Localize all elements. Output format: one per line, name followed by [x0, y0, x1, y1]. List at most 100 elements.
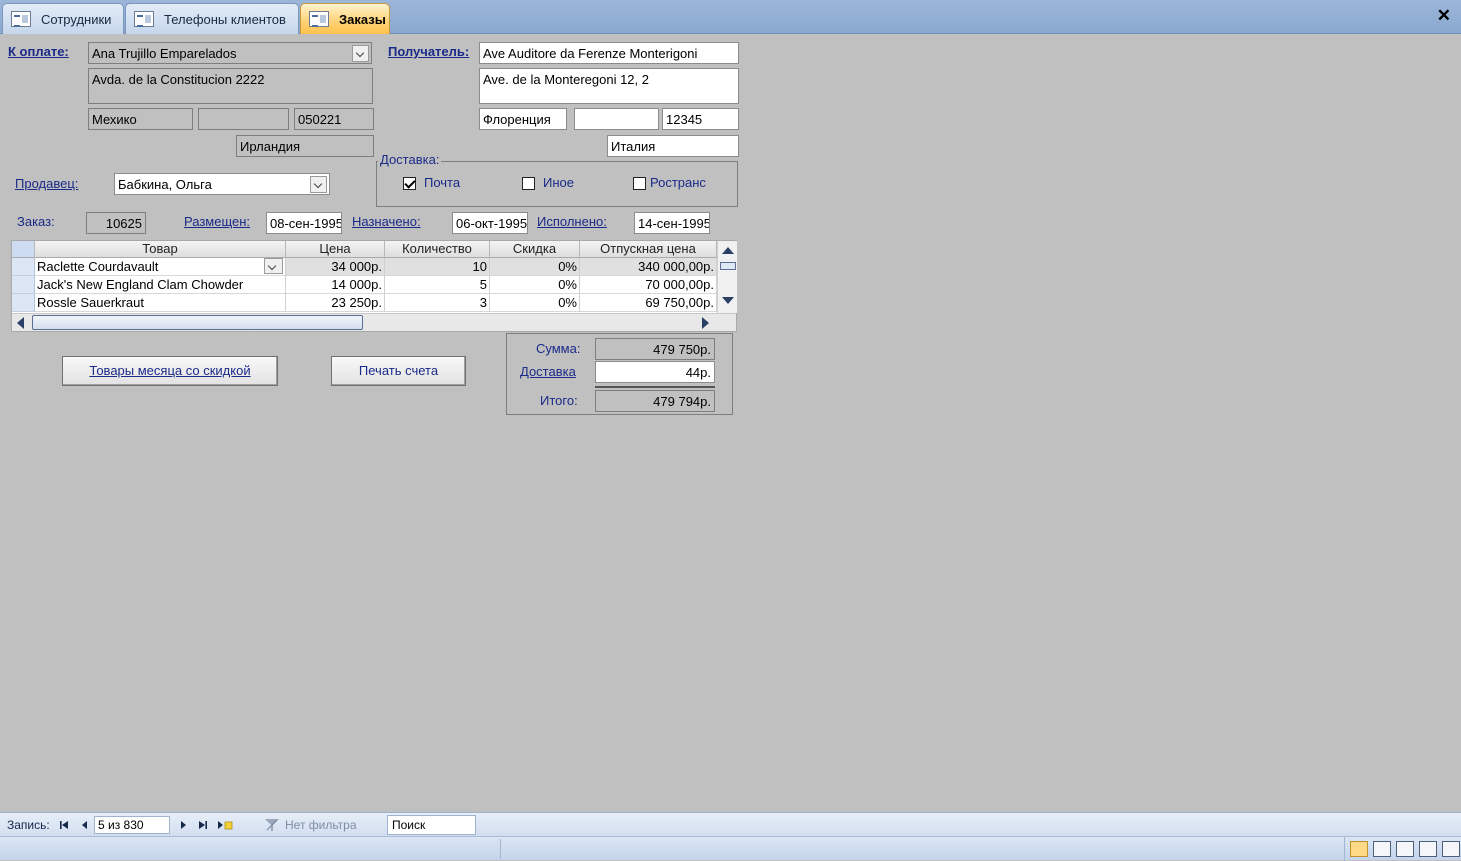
- grid-cell-discount[interactable]: 0%: [490, 276, 580, 294]
- column-header-price[interactable]: Цена: [286, 241, 385, 258]
- form-icon: [134, 11, 154, 27]
- option-label-rostrans: Ространс: [650, 175, 706, 190]
- grid-cell-price[interactable]: 14 000р.: [286, 276, 385, 294]
- tab-label: Заказы: [339, 11, 386, 27]
- billing-city-field[interactable]: Мехико: [88, 108, 193, 130]
- billing-country-field[interactable]: Ирландия: [236, 135, 374, 157]
- option-label-other: Иное: [543, 175, 574, 190]
- order-id-field[interactable]: 10625: [86, 212, 146, 234]
- delivery-group-label: Доставка:: [378, 152, 442, 167]
- horizontal-scrollbar[interactable]: [12, 313, 736, 331]
- grid-cell-product[interactable]: Jack's New England Clam Chowder: [35, 276, 286, 294]
- filter-icon[interactable]: [264, 818, 280, 832]
- filter-status[interactable]: Нет фильтра: [285, 818, 357, 832]
- column-header-discount[interactable]: Скидка: [490, 241, 580, 258]
- previous-record-icon[interactable]: [79, 819, 91, 831]
- status-bar: [0, 836, 1461, 861]
- scroll-thumb[interactable]: [720, 262, 736, 270]
- grid-cell-quantity[interactable]: 5: [385, 276, 490, 294]
- checkbox-mail[interactable]: [403, 177, 416, 190]
- current-record-field[interactable]: 5 из 830: [94, 816, 170, 834]
- grid-cell-sale-price[interactable]: 69 750,00р.: [580, 294, 717, 312]
- grid-cell-quantity[interactable]: 3: [385, 294, 490, 312]
- billing-region-field[interactable]: [198, 108, 289, 130]
- recipient-label: Получатель:: [388, 44, 470, 59]
- seller-label: Продавец:: [15, 176, 79, 191]
- shipping-field[interactable]: 44р.: [595, 361, 715, 383]
- grid-cell-product[interactable]: Raclette Courdavault: [35, 258, 286, 276]
- form-view-icon[interactable]: [1350, 841, 1368, 857]
- recipient-country-field[interactable]: Италия: [607, 135, 739, 157]
- billing-label: К оплате:: [8, 44, 69, 59]
- new-record-icon[interactable]: [216, 819, 234, 831]
- grid-cell-discount[interactable]: 0%: [490, 258, 580, 276]
- scroll-up-icon[interactable]: [722, 247, 734, 254]
- row-selector[interactable]: [12, 258, 35, 276]
- datasheet-view-icon[interactable]: [1373, 841, 1391, 857]
- tab-client-phones[interactable]: Телефоны клиентов: [125, 3, 299, 34]
- pivot-view-icon[interactable]: [1442, 841, 1460, 857]
- due-date-field[interactable]: 06-окт-1995: [452, 212, 528, 234]
- scroll-down-icon[interactable]: [722, 297, 734, 304]
- recipient-region-field[interactable]: [574, 108, 659, 130]
- grid-cell-quantity[interactable]: 10: [385, 258, 490, 276]
- grid-cell-sale-price[interactable]: 340 000,00р.: [580, 258, 717, 276]
- scroll-right-icon[interactable]: [702, 317, 709, 329]
- recipient-name-field[interactable]: Ave Auditore da Ferenze Monterigoni: [479, 42, 739, 64]
- design-view-icon[interactable]: [1419, 841, 1437, 857]
- sum-label: Сумма:: [536, 341, 581, 356]
- select-all-corner[interactable]: [12, 241, 35, 258]
- column-header-sale-price[interactable]: Отпускная цена: [580, 241, 717, 258]
- scroll-left-icon[interactable]: [17, 317, 24, 329]
- total-label: Итого:: [540, 393, 578, 408]
- shipping-label: Доставка: [520, 364, 576, 379]
- order-id-label: Заказ:: [17, 214, 55, 229]
- first-record-icon[interactable]: [58, 819, 70, 831]
- chevron-down-icon[interactable]: [264, 258, 283, 274]
- recipient-postal-field[interactable]: 12345: [662, 108, 739, 130]
- due-label: Назначено:: [352, 214, 421, 229]
- form-icon: [309, 11, 329, 27]
- next-record-icon[interactable]: [177, 819, 189, 831]
- close-form-icon[interactable]: ✕: [1437, 7, 1451, 25]
- search-field[interactable]: Поиск: [387, 815, 476, 835]
- column-header-quantity[interactable]: Количество: [385, 241, 490, 258]
- grid-cell-price[interactable]: 23 250р.: [286, 294, 385, 312]
- billing-address-field[interactable]: Avda. de la Constitucion 2222: [88, 68, 373, 104]
- total-divider: [595, 386, 715, 388]
- discounted-products-button[interactable]: Товары месяца со скидкой: [62, 356, 278, 386]
- column-header-product[interactable]: Товар: [35, 241, 286, 258]
- chevron-down-icon[interactable]: [310, 176, 327, 193]
- record-label: Запись:: [7, 818, 50, 832]
- tab-orders[interactable]: Заказы: [300, 3, 390, 34]
- placed-label: Размещен:: [184, 214, 251, 229]
- row-selector[interactable]: [12, 276, 35, 294]
- print-invoice-button[interactable]: Печать счета: [331, 356, 466, 386]
- form-icon: [11, 11, 31, 27]
- vertical-scrollbar[interactable]: [717, 241, 737, 313]
- sum-field[interactable]: 479 750р.: [595, 338, 715, 360]
- placed-date-field[interactable]: 08-сен-1995: [266, 212, 342, 234]
- tab-label: Телефоны клиентов: [164, 11, 286, 27]
- grid-cell-sale-price[interactable]: 70 000,00р.: [580, 276, 717, 294]
- checkbox-rostrans[interactable]: [633, 177, 646, 190]
- last-record-icon[interactable]: [197, 819, 209, 831]
- grid-cell-product[interactable]: Rossle Sauerkraut: [35, 294, 286, 312]
- grid-cell-discount[interactable]: 0%: [490, 294, 580, 312]
- total-field[interactable]: 479 794р.: [595, 390, 715, 412]
- chevron-down-icon[interactable]: [352, 45, 369, 62]
- tab-employees[interactable]: Сотрудники: [2, 3, 124, 34]
- row-selector[interactable]: [12, 294, 35, 312]
- grid-cell-price[interactable]: 34 000р.: [286, 258, 385, 276]
- scroll-thumb[interactable]: [32, 315, 363, 330]
- billing-customer-combo[interactable]: Ana Trujillo Emparelados: [88, 42, 372, 64]
- done-date-field[interactable]: 14-сен-1995: [634, 212, 710, 234]
- recipient-city-field[interactable]: Флоренция: [479, 108, 567, 130]
- cell-text: Raclette Courdavault: [37, 259, 159, 274]
- layout-view-icon[interactable]: [1396, 841, 1414, 857]
- billing-postal-field[interactable]: 050221: [294, 108, 374, 130]
- seller-combo[interactable]: Бабкина, Ольга: [114, 173, 330, 195]
- recipient-address-field[interactable]: Ave. de la Monteregoni 12, 2: [479, 68, 739, 104]
- order-details-subform: Товар Цена Количество Скидка Отпускная ц…: [11, 240, 737, 332]
- checkbox-other[interactable]: [522, 177, 535, 190]
